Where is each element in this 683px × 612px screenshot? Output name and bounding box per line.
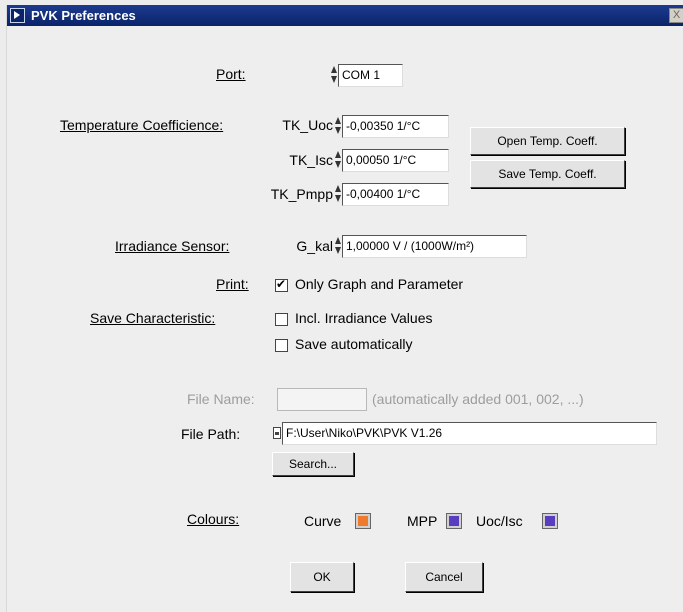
incl-irradiance-checkbox[interactable] bbox=[275, 313, 288, 326]
tk-isc-label: TK_Isc bbox=[289, 152, 333, 168]
port-label: Port: bbox=[216, 66, 246, 82]
tk-uoc-field[interactable]: -0,00350 1/°C bbox=[342, 115, 449, 138]
window-title: PVK Preferences bbox=[31, 8, 136, 23]
only-graph-label: Only Graph and Parameter bbox=[295, 276, 464, 292]
curve-label: Curve bbox=[304, 513, 342, 529]
tk-isc-field[interactable]: 0,00050 1/°C bbox=[342, 149, 449, 172]
save-automatically-checkbox[interactable] bbox=[275, 339, 288, 352]
search-button[interactable]: Search... bbox=[272, 452, 354, 476]
curve-color-swatch[interactable] bbox=[355, 513, 371, 529]
app-icon bbox=[10, 8, 25, 23]
tk-isc-spinner-icon[interactable] bbox=[335, 149, 342, 171]
incl-irradiance-label: Incl. Irradiance Values bbox=[295, 310, 433, 326]
close-button[interactable]: X bbox=[669, 8, 683, 23]
g-kal-label: G_kal bbox=[296, 238, 333, 254]
file-name-field[interactable] bbox=[277, 388, 367, 411]
tk-pmpp-label: TK_Pmpp bbox=[270, 186, 333, 202]
mpp-color-swatch[interactable] bbox=[446, 513, 462, 529]
file-name-hint: (automatically added 001, 002, ...) bbox=[372, 391, 584, 407]
tk-pmpp-spinner-icon[interactable] bbox=[335, 183, 342, 205]
save-temp-coeff-button[interactable]: Save Temp. Coeff. bbox=[470, 160, 625, 188]
print-label: Print: bbox=[216, 276, 249, 292]
irradiance-sensor-label: Irradiance Sensor: bbox=[115, 238, 230, 254]
g-kal-field[interactable]: 1,00000 V / (1000W/m²) bbox=[342, 235, 527, 258]
file-name-label: File Name: bbox=[187, 391, 255, 407]
tk-uoc-label: TK_Uoc bbox=[282, 117, 333, 133]
uoc-isc-label: Uoc/Isc bbox=[476, 513, 523, 529]
g-kal-spinner-icon[interactable] bbox=[335, 235, 342, 257]
ok-button[interactable]: OK bbox=[290, 562, 354, 592]
colours-label: Colours: bbox=[187, 511, 240, 527]
save-characteristic-label: Save Characteristic: bbox=[90, 310, 216, 326]
uoc-isc-color-swatch[interactable] bbox=[542, 513, 558, 529]
save-automatically-label: Save automatically bbox=[295, 336, 413, 352]
file-path-field[interactable]: F:\User\Niko\PVK\PVK V1.26 bbox=[282, 422, 657, 445]
tk-uoc-spinner-icon[interactable] bbox=[335, 115, 342, 137]
port-spinner-icon[interactable] bbox=[331, 64, 338, 86]
temperature-coefficience-label: Temperature Coefficience: bbox=[60, 117, 224, 133]
mpp-label: MPP bbox=[407, 513, 438, 529]
cancel-button[interactable]: Cancel bbox=[405, 562, 483, 592]
preferences-dialog: PVK Preferences X Port: COM 1 Temperatur… bbox=[6, 5, 683, 612]
only-graph-checkbox[interactable] bbox=[275, 277, 288, 292]
open-temp-coeff-button[interactable]: Open Temp. Coeff. bbox=[470, 127, 625, 155]
tk-pmpp-field[interactable]: -0,00400 1/°C bbox=[342, 183, 449, 206]
port-field[interactable]: COM 1 bbox=[338, 64, 403, 87]
file-path-label: File Path: bbox=[181, 426, 241, 442]
path-icon bbox=[273, 427, 281, 439]
title-bar[interactable]: PVK Preferences X bbox=[7, 5, 683, 26]
